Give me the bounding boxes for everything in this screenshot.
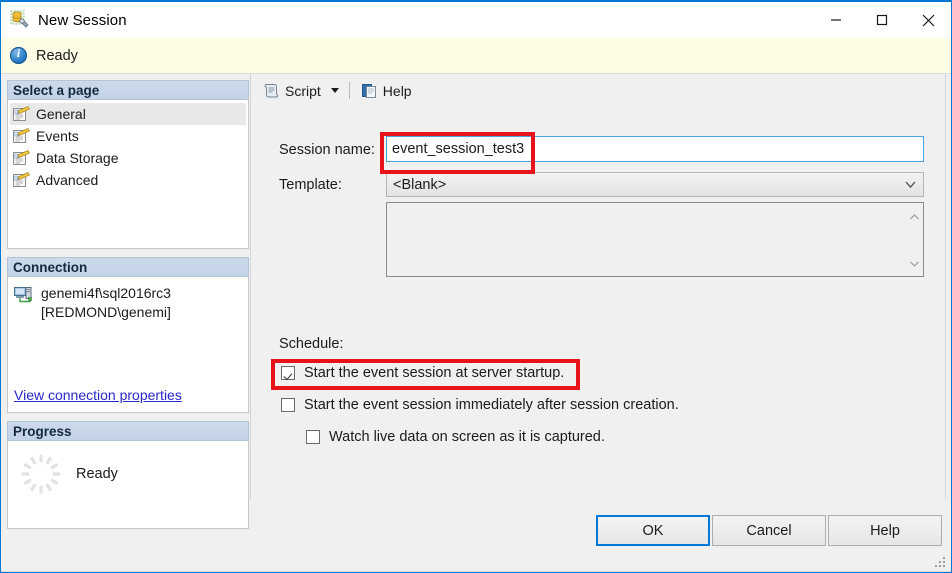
info-icon bbox=[10, 46, 27, 64]
maximize-icon[interactable] bbox=[859, 2, 905, 38]
checkbox-server-startup[interactable]: Start the event session at server startu… bbox=[281, 365, 564, 381]
help-label: Help bbox=[382, 82, 412, 99]
chevron-down-icon[interactable] bbox=[328, 80, 342, 102]
page-icon bbox=[13, 172, 31, 188]
script-button[interactable]: Script bbox=[259, 79, 325, 103]
checkbox-start-immediately[interactable]: Start the event session immediately afte… bbox=[281, 397, 679, 413]
window-title: New Session bbox=[38, 11, 127, 29]
resize-grip[interactable] bbox=[935, 557, 947, 569]
status-text: Ready bbox=[36, 47, 78, 64]
minimize-icon[interactable] bbox=[813, 2, 859, 38]
progress-header: Progress bbox=[7, 421, 249, 441]
progress-text: Ready bbox=[76, 466, 118, 482]
connection-info: genemi4f\sql2016rc3 [REDMOND\genemi] bbox=[8, 281, 248, 322]
connection-user: [REDMOND\genemi] bbox=[41, 304, 171, 320]
schedule-label: Schedule: bbox=[279, 336, 344, 352]
new-session-dialog: New Session Ready Select a page bbox=[0, 0, 952, 573]
page-list: General Events Data Storage Advanced bbox=[7, 100, 249, 249]
select-a-page-header: Select a page bbox=[7, 80, 249, 100]
chevron-down-icon bbox=[905, 173, 916, 196]
session-name-input[interactable] bbox=[386, 136, 924, 162]
sidebar-item-label: General bbox=[36, 106, 86, 122]
connection-server: genemi4f\sql2016rc3 bbox=[41, 285, 171, 301]
script-scroll-icon bbox=[263, 82, 280, 99]
checkbox-label: Start the event session immediately afte… bbox=[304, 397, 679, 413]
connection-text: genemi4f\sql2016rc3 [REDMOND\genemi] bbox=[41, 284, 171, 322]
progress-row: Ready bbox=[8, 453, 248, 495]
session-wizard-icon bbox=[10, 10, 30, 30]
title-bar: New Session bbox=[1, 2, 951, 38]
template-description-textarea[interactable] bbox=[386, 202, 924, 277]
checkbox-box bbox=[281, 366, 295, 380]
spinner-icon bbox=[20, 453, 62, 495]
checkbox-label: Start the event session at server startu… bbox=[304, 365, 565, 381]
scroll-down-icon[interactable] bbox=[909, 254, 919, 272]
pane-divider bbox=[945, 74, 946, 499]
help-pages-icon bbox=[361, 82, 378, 99]
sidebar-item-general[interactable]: General bbox=[10, 103, 246, 125]
script-label: Script bbox=[285, 82, 321, 99]
connection-header: Connection bbox=[7, 257, 249, 277]
scroll-up-icon[interactable] bbox=[909, 207, 919, 225]
page-icon bbox=[13, 150, 31, 166]
sidebar-item-data-storage[interactable]: Data Storage bbox=[10, 147, 246, 169]
ok-button[interactable]: OK bbox=[596, 515, 710, 546]
connection-panel: genemi4f\sql2016rc3 [REDMOND\genemi] Vie… bbox=[7, 277, 249, 413]
view-connection-properties-link[interactable]: View connection properties bbox=[14, 387, 182, 403]
window-controls bbox=[813, 2, 951, 38]
status-info-bar: Ready bbox=[1, 38, 951, 74]
checkbox-watch-live-data[interactable]: Watch live data on screen as it is captu… bbox=[306, 429, 605, 445]
server-icon bbox=[14, 286, 33, 304]
sidebar: Select a page General Events Data Storag… bbox=[7, 80, 249, 529]
sidebar-item-label: Advanced bbox=[36, 172, 99, 188]
close-icon[interactable] bbox=[905, 2, 951, 38]
page-icon bbox=[13, 128, 31, 144]
template-selected-value: <Blank> bbox=[393, 176, 447, 193]
sidebar-item-advanced[interactable]: Advanced bbox=[10, 169, 246, 191]
template-label: Template: bbox=[279, 177, 342, 193]
checkbox-label: Watch live data on screen as it is captu… bbox=[329, 429, 605, 445]
checkbox-box bbox=[306, 430, 320, 444]
pane-toolbar: Script Help bbox=[251, 74, 944, 107]
description-scrollbar[interactable] bbox=[906, 204, 922, 275]
session-name-label: Session name: bbox=[279, 142, 375, 158]
toolbar-separator bbox=[348, 82, 350, 99]
cancel-button[interactable]: Cancel bbox=[712, 515, 826, 546]
checkbox-box bbox=[281, 398, 295, 412]
template-dropdown[interactable]: <Blank> bbox=[386, 172, 924, 197]
content-pane: Script Help Session name: event_session_… bbox=[250, 74, 944, 499]
page-icon bbox=[13, 106, 31, 122]
footer-divider bbox=[1, 571, 951, 572]
sidebar-item-label: Data Storage bbox=[36, 150, 119, 166]
sidebar-item-events[interactable]: Events bbox=[10, 125, 246, 147]
sidebar-item-label: Events bbox=[36, 128, 79, 144]
dialog-footer: OK Cancel Help bbox=[1, 498, 951, 572]
help-toolbar-button[interactable]: Help bbox=[357, 79, 416, 103]
help-button[interactable]: Help bbox=[828, 515, 942, 546]
